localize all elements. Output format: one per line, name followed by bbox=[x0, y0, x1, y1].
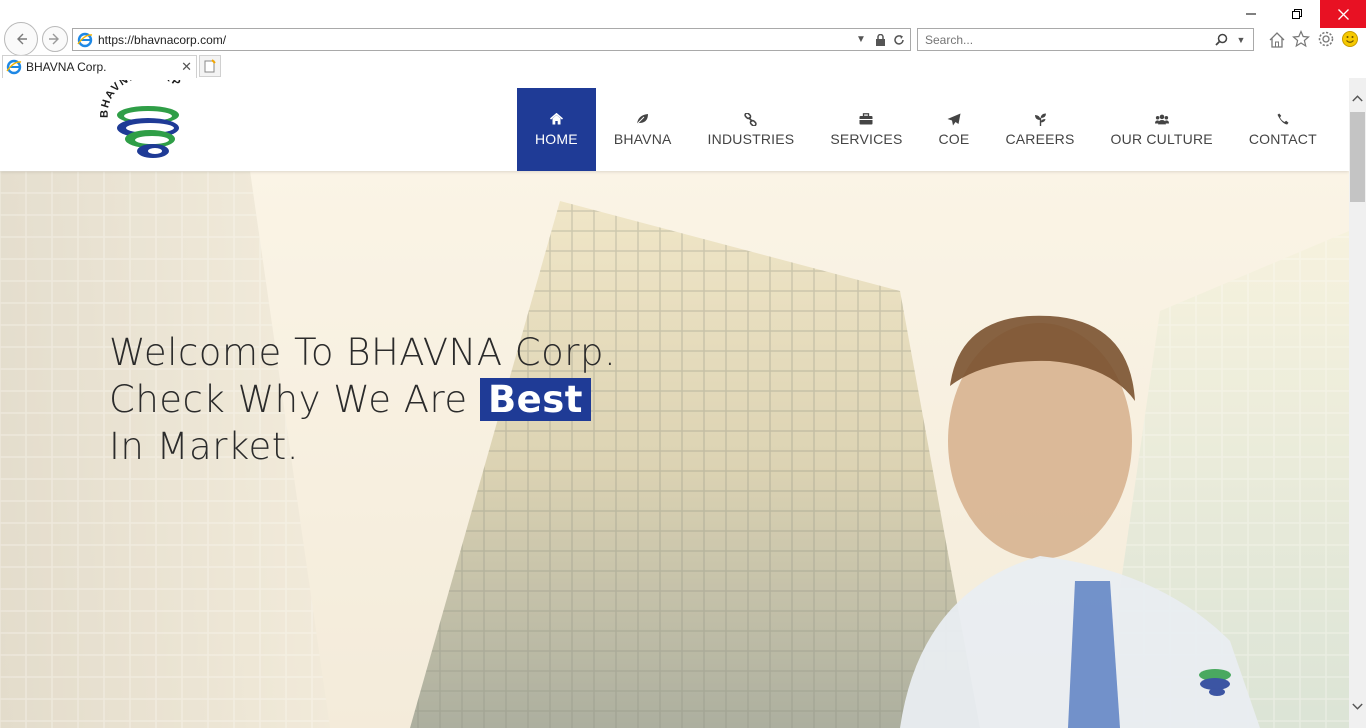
search-icon[interactable] bbox=[1213, 32, 1229, 48]
hero-banner: Welcome To BHAVNA Corp. Check Why We Are… bbox=[0, 171, 1349, 728]
arrow-left-icon bbox=[17, 33, 27, 45]
vertical-scrollbar[interactable] bbox=[1349, 78, 1366, 728]
scroll-thumb[interactable] bbox=[1350, 112, 1365, 202]
refresh-icon[interactable] bbox=[891, 32, 907, 48]
minimize-button[interactable] bbox=[1228, 0, 1274, 28]
hero-line-2: Check Why We Are Best bbox=[109, 376, 616, 423]
menu-label-industries: INDUSTRIES bbox=[707, 131, 795, 147]
ie-logo-icon bbox=[77, 32, 93, 47]
scroll-down-icon[interactable] bbox=[1349, 698, 1366, 715]
close-icon bbox=[1337, 8, 1349, 20]
menu-item-coe[interactable]: COE bbox=[921, 88, 988, 171]
ie-logo-icon bbox=[6, 59, 22, 75]
phone-icon bbox=[1276, 112, 1290, 126]
dropdown-arrow-icon[interactable]: ▼ bbox=[1233, 32, 1249, 48]
favorites-star-icon[interactable] bbox=[1292, 30, 1310, 48]
menu-item-industries[interactable]: INDUSTRIES bbox=[690, 88, 813, 171]
restore-icon bbox=[1292, 9, 1302, 19]
main-menu: HOME BHAVNA INDUSTRIES SERVICES COE CARE… bbox=[517, 88, 1335, 171]
scroll-up-icon[interactable] bbox=[1349, 90, 1366, 107]
bhavna-logo-mark: BHAVNA CORP bbox=[99, 78, 182, 158]
back-button[interactable] bbox=[4, 22, 38, 56]
close-tab-icon[interactable]: ✕ bbox=[181, 59, 192, 75]
arrow-right-icon bbox=[49, 33, 59, 45]
menu-item-careers[interactable]: CAREERS bbox=[987, 88, 1092, 171]
menu-label-our-culture: OUR CULTURE bbox=[1110, 131, 1213, 147]
paper-plane-icon bbox=[947, 112, 961, 126]
page-viewport: Welcome To BHAVNA Corp. Check Why We Are… bbox=[0, 78, 1349, 728]
menu-label-careers: CAREERS bbox=[1005, 131, 1075, 147]
new-tab-button[interactable] bbox=[199, 55, 221, 77]
home-icon[interactable] bbox=[1268, 30, 1286, 48]
new-tab-icon bbox=[204, 59, 216, 73]
browser-search-box[interactable]: ▼ bbox=[917, 28, 1254, 51]
browser-tab[interactable]: BHAVNA Corp. ✕ bbox=[2, 55, 197, 78]
menu-item-bhavna[interactable]: BHAVNA bbox=[596, 88, 690, 171]
home-icon bbox=[549, 112, 563, 126]
menu-label-home: HOME bbox=[535, 131, 578, 147]
menu-label-coe: COE bbox=[938, 131, 970, 147]
bhavna-logo[interactable]: BHAVNA CORP bbox=[98, 78, 198, 164]
menu-item-our-culture[interactable]: OUR CULTURE bbox=[1093, 88, 1231, 171]
menu-label-contact: CONTACT bbox=[1248, 131, 1317, 147]
menu-item-contact[interactable]: CONTACT bbox=[1231, 88, 1335, 171]
address-url[interactable]: https://bhavnacorp.com/ bbox=[98, 33, 853, 47]
users-icon bbox=[1154, 112, 1169, 126]
plant-icon bbox=[1033, 112, 1047, 126]
hero-highlight-best: Best bbox=[479, 378, 591, 421]
minimize-icon bbox=[1246, 13, 1256, 15]
search-input[interactable] bbox=[918, 32, 1213, 47]
feedback-smiley-icon[interactable] bbox=[1341, 30, 1359, 48]
hero-headline: Welcome To BHAVNA Corp. Check Why We Are… bbox=[109, 329, 616, 470]
hero-line-2-text: Check Why We Are bbox=[109, 378, 468, 421]
close-window-button[interactable] bbox=[1320, 0, 1366, 28]
lock-icon[interactable] bbox=[872, 32, 888, 48]
hero-line-3: In Market. bbox=[109, 425, 300, 468]
menu-item-services[interactable]: SERVICES bbox=[812, 88, 920, 171]
settings-gear-icon[interactable] bbox=[1317, 30, 1335, 48]
tab-title: BHAVNA Corp. bbox=[26, 60, 107, 74]
forward-button[interactable] bbox=[42, 26, 68, 52]
site-header: BHAVNA CORP HOME bbox=[0, 78, 1349, 171]
leaf-icon bbox=[636, 112, 650, 126]
address-bar[interactable]: https://bhavnacorp.com/ ▼ bbox=[72, 28, 911, 51]
menu-item-home[interactable]: HOME bbox=[517, 88, 596, 171]
briefcase-icon bbox=[859, 112, 873, 126]
hero-line-1: Welcome To BHAVNA Corp. bbox=[109, 331, 617, 374]
dropdown-arrow-icon[interactable]: ▼ bbox=[853, 32, 869, 48]
link-icon bbox=[744, 112, 758, 126]
menu-label-bhavna: BHAVNA bbox=[613, 131, 672, 147]
browser-chrome: https://bhavnacorp.com/ ▼ ▼ bbox=[0, 0, 1366, 78]
menu-label-services: SERVICES bbox=[830, 131, 903, 147]
restore-button[interactable] bbox=[1274, 0, 1320, 28]
